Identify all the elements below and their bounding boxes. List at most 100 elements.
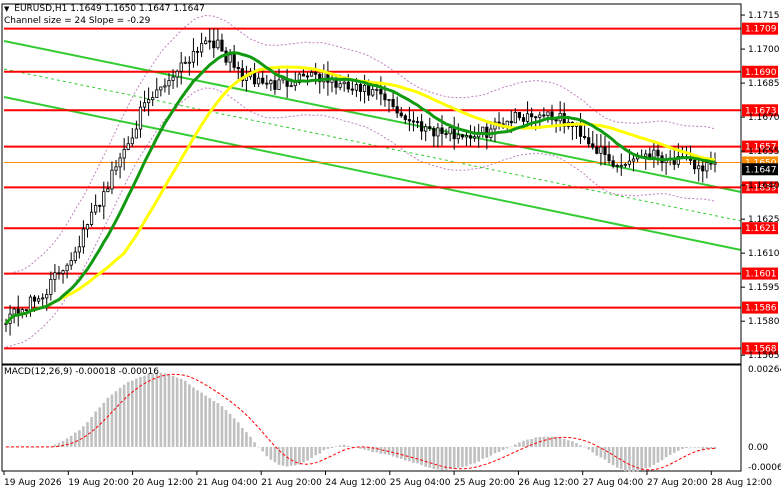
macd-bar [102, 402, 106, 447]
candle-body [293, 82, 297, 87]
candle-body [342, 81, 346, 85]
candle-body [265, 82, 269, 85]
candle-body [595, 146, 599, 154]
candle-body [57, 272, 61, 275]
macd-bar [273, 446, 277, 463]
macd-bar [664, 446, 668, 458]
candle-body [371, 89, 375, 96]
candle-body [391, 98, 395, 108]
macd-bar [404, 446, 407, 461]
candle-body [151, 97, 155, 100]
candle-body [301, 73, 306, 77]
candle-body [644, 153, 648, 157]
candle-body [191, 50, 196, 63]
macd-bar [562, 438, 566, 447]
macd-bar [456, 446, 460, 468]
macd-bar [338, 445, 342, 447]
macd-bar [416, 446, 419, 464]
candle-body [236, 66, 240, 70]
candle-body [138, 106, 143, 130]
time-tick-label: 25 Aug 04:00 [390, 478, 451, 488]
time-tick-label: 26 Aug 12:00 [518, 478, 579, 488]
macd-bar [306, 446, 309, 461]
macd-bar [151, 373, 154, 447]
macd-bar [126, 381, 130, 447]
candle-body [106, 188, 110, 193]
candle-body [472, 136, 477, 139]
candle-body [554, 119, 558, 122]
macd-bar [139, 376, 142, 447]
time-tick-label: 21 Aug 20:00 [261, 478, 322, 488]
moving-average-fast [4, 65, 716, 325]
macd-bar [701, 446, 705, 450]
candle-body [94, 204, 98, 213]
macd-bar [575, 443, 578, 447]
candle-body [513, 112, 517, 124]
macd-bar [261, 446, 265, 452]
candle-body [208, 40, 212, 43]
candle-body [631, 158, 636, 162]
candle-body [583, 136, 587, 139]
macd-bar [204, 395, 207, 447]
candle-body [432, 128, 436, 137]
macd-bar [542, 436, 546, 447]
macd-bar [607, 446, 611, 464]
candle-body [428, 126, 432, 129]
macd-bar [86, 422, 89, 447]
macd-bar [69, 435, 73, 447]
macd-bar [668, 446, 672, 455]
macd-bar [212, 401, 216, 447]
candle-body [399, 112, 403, 117]
candle-body [220, 39, 224, 52]
macd-bar [98, 407, 102, 447]
macd-bar [196, 390, 199, 447]
macd-bar [448, 446, 452, 469]
time-tick-label: 28 Aug 12:00 [711, 478, 772, 488]
candle-body [415, 121, 420, 123]
candle-body [305, 75, 310, 78]
macd-bar [424, 446, 427, 467]
macd-bar [208, 398, 212, 447]
candle-body [615, 165, 619, 167]
macd-bar [485, 446, 489, 458]
macd-bar [302, 446, 305, 463]
candle-body [407, 119, 411, 122]
macd-bar [245, 432, 248, 447]
candle-body [81, 228, 86, 248]
level-tag-label: 1.1621 [745, 224, 777, 234]
price-tick-label: 1.1670 [748, 113, 780, 123]
candle-body [693, 159, 697, 170]
macd-bar [628, 446, 631, 472]
chart-header: ▼ EURUSD,H1 1.1649 1.1650 1.1647 1.1647 … [4, 3, 205, 27]
macd-bar [399, 446, 403, 459]
candle-body [448, 126, 452, 135]
candle-body [102, 191, 106, 207]
macd-bar [497, 446, 501, 452]
candle-body [228, 54, 232, 63]
candle-body [41, 297, 45, 300]
candle-body [436, 127, 440, 137]
macd-bar [236, 422, 240, 447]
candle-body [354, 84, 359, 91]
indicator-label: Channel size = 24 Slope = -0.29 [4, 16, 151, 26]
macd-bar [375, 446, 379, 453]
dropdown-triangle-icon[interactable]: ▼ [4, 3, 9, 15]
candle-body [701, 165, 705, 172]
candle-body [578, 124, 583, 137]
candle-body [155, 89, 159, 98]
macd-bar [281, 446, 285, 466]
macd-bar [619, 446, 623, 470]
macd-bar [640, 446, 643, 471]
price-tick-label: 1.1655 [748, 147, 780, 157]
candle-body [179, 62, 183, 72]
level-tag-label: 1.1709 [745, 25, 777, 35]
macd-bar [188, 384, 191, 447]
macd-bar [310, 446, 313, 458]
macd-bar [395, 446, 399, 458]
macd-bar [269, 446, 273, 460]
candle-body [12, 308, 16, 315]
macd-bar [326, 446, 330, 449]
candle-body [420, 121, 424, 132]
candle-body [289, 85, 293, 88]
candle-body [110, 169, 114, 190]
